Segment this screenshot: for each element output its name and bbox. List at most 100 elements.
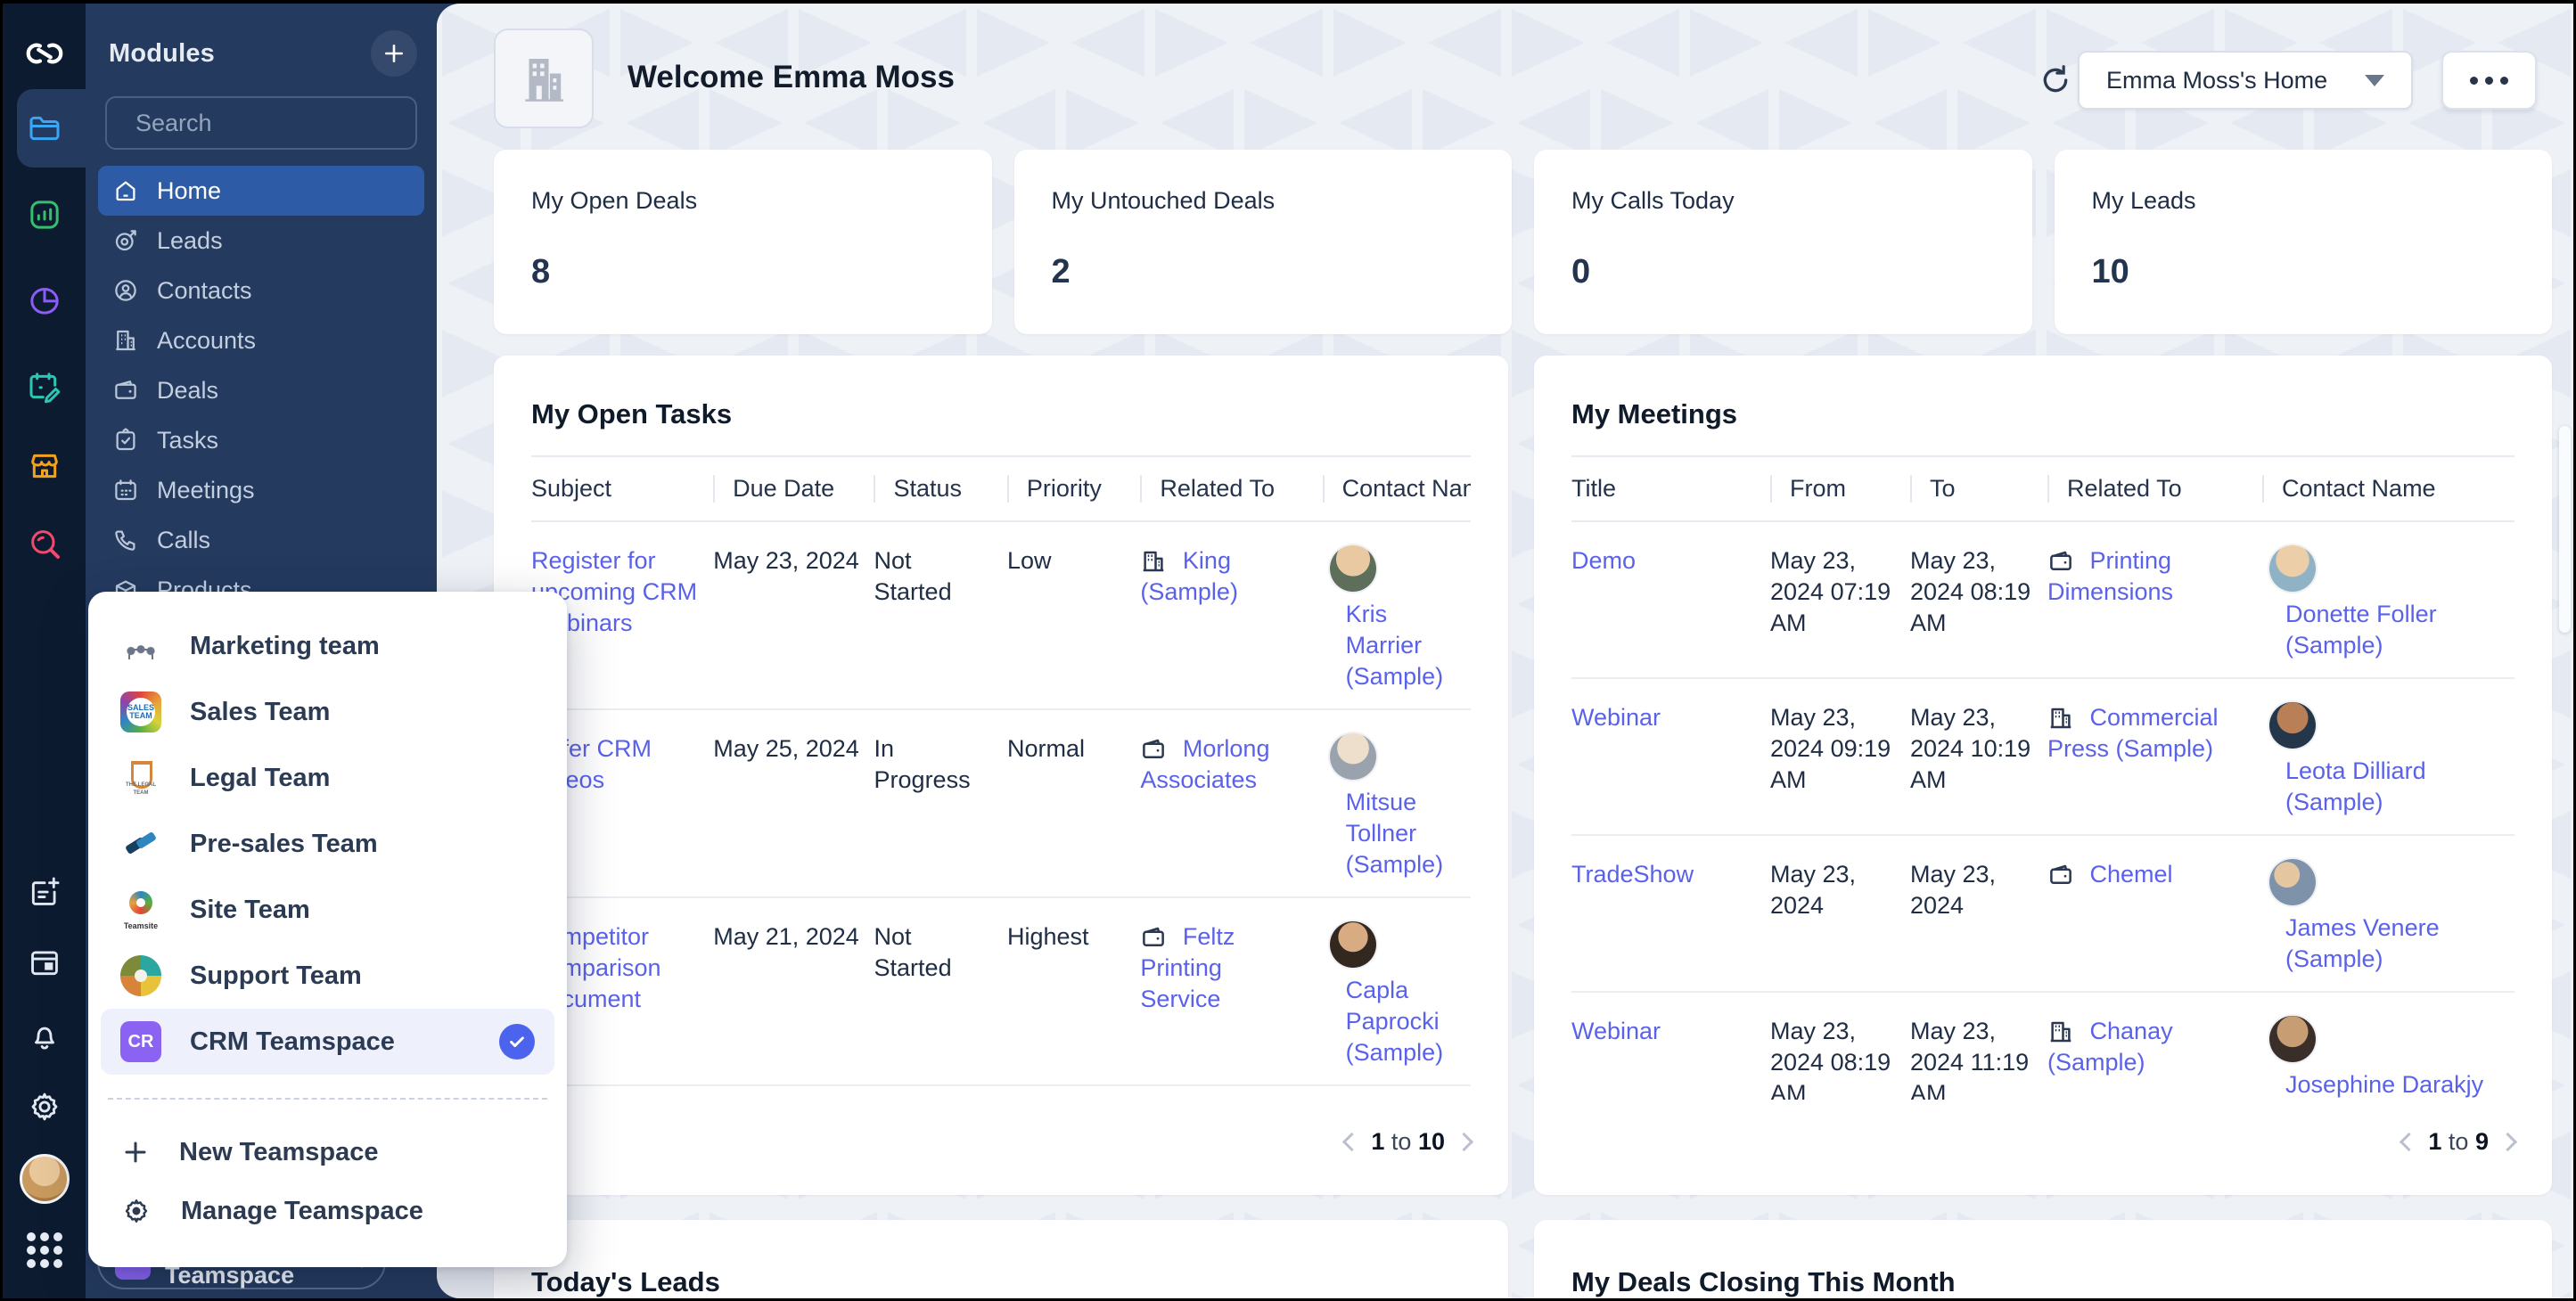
apps-grid-icon[interactable] — [25, 1231, 64, 1270]
teamspace-menu-item[interactable]: Marketing team — [101, 613, 554, 679]
marketplace-store-icon[interactable] — [25, 446, 64, 486]
contact-name-link[interactable]: Kris Marrier (Sample) — [1346, 599, 1456, 692]
meeting-related-to: Printing Dimensions — [2047, 522, 2262, 624]
table-row: Webinar May 23, 2024 09:19 AM May 23, 20… — [1571, 679, 2514, 836]
new-teamspace-button[interactable]: New Teamspace — [101, 1123, 554, 1182]
teamspace-menu-item[interactable]: Pre-sales Team — [101, 811, 554, 877]
refresh-icon[interactable] — [2038, 62, 2073, 98]
section-title: My Meetings — [1571, 398, 2514, 430]
team-logo: THE LEGAL TEAM — [120, 757, 161, 798]
folder-icon[interactable] — [25, 109, 64, 148]
table-body: Register for upcoming CRM Webinars May 2… — [531, 522, 1471, 1100]
teamspace-menu-item[interactable]: Teamsite Site Team — [101, 877, 554, 943]
meeting-title-link[interactable]: Webinar — [1571, 1018, 1661, 1044]
kpi-card[interactable]: My Untouched Deals 2 — [1014, 150, 1513, 334]
task-contact: Simon Morasca — [1323, 1086, 1471, 1100]
zia-search-icon[interactable] — [25, 524, 64, 563]
sidebar-item-tasks[interactable]: Tasks — [98, 415, 424, 465]
table-header: Subject Due Date Status Priority Related… — [531, 455, 1471, 522]
home-view-dropdown[interactable]: Emma Moss's Home — [2078, 51, 2413, 110]
meeting-to: May 23, 2024 10:19 AM — [1910, 679, 2047, 812]
team-logo: Teamsite — [120, 889, 161, 930]
table-header: Title From To Related To Contact Name — [1571, 455, 2514, 522]
module-search[interactable] — [105, 96, 417, 150]
tasks-icon — [112, 427, 139, 454]
task-priority: Normal — [1007, 710, 1140, 781]
search-input[interactable] — [134, 109, 453, 138]
kpi-card[interactable]: My Leads 10 — [2055, 150, 2553, 334]
team-logo-caption: SALES TEAM — [120, 704, 161, 720]
contact-name-link[interactable]: Capla Paprocki (Sample) — [1346, 975, 1456, 1068]
contact-name-link[interactable]: Donette Foller (Sample) — [2285, 599, 2500, 661]
add-module-button[interactable] — [371, 30, 417, 77]
reports-pie-icon[interactable] — [25, 281, 64, 320]
more-options-button[interactable] — [2441, 51, 2537, 110]
contacts-icon — [112, 277, 139, 304]
analytics-icon[interactable] — [25, 195, 64, 234]
meeting-contact: Josephine Darakjy (Sample) — [2262, 993, 2514, 1100]
modules-title: Modules — [109, 39, 215, 69]
sidebar-item-calls[interactable]: Calls — [98, 515, 424, 565]
prev-page-icon[interactable] — [2400, 1133, 2418, 1151]
meeting-contact: Donette Foller (Sample) — [2262, 522, 2514, 677]
team-logo: SALES TEAM — [120, 691, 161, 732]
pagination: 1 to 10 — [1336, 1128, 1471, 1156]
sidebar-item-label: Accounts — [157, 327, 256, 355]
calendar-icon[interactable] — [25, 943, 64, 982]
teamspace-menu-item[interactable]: SALES TEAM Sales Team — [101, 679, 554, 745]
contact-avatar — [2269, 545, 2316, 592]
settings-gear-icon[interactable] — [25, 1087, 64, 1126]
zoho-crm-window: Modules Home Leads — [0, 0, 2576, 1301]
activities-calendar-edit-icon[interactable] — [25, 367, 64, 406]
sidebar-item-label: Meetings — [157, 477, 255, 504]
accounts-icon — [112, 327, 139, 354]
teamspace-menu-item[interactable]: THE LEGAL TEAM Legal Team — [101, 745, 554, 811]
kpi-card[interactable]: My Calls Today 0 — [1534, 150, 2032, 334]
teamspace-menu-item[interactable]: Support Team — [101, 943, 554, 1009]
kpi-value: 8 — [531, 253, 550, 291]
sidebar-item-label: Contacts — [157, 277, 252, 305]
sidebar-item-meetings[interactable]: Meetings — [98, 465, 424, 515]
home-banner: Welcome Emma Moss Emma Moss's Home — [437, 4, 2573, 151]
sidebar-item-accounts[interactable]: Accounts — [98, 315, 424, 365]
manage-teamspace-button[interactable]: Manage Teamspace — [101, 1182, 554, 1240]
notifications-bell-icon[interactable] — [25, 1016, 64, 1055]
contact-name-link[interactable]: Leota Dilliard (Sample) — [2285, 756, 2500, 818]
sidebar-item-home[interactable]: Home — [98, 166, 424, 216]
meeting-title-link[interactable]: Webinar — [1571, 704, 1661, 731]
meeting-to: May 23, 2024 — [1910, 836, 2047, 937]
sidebar-item-deals[interactable]: Deals — [98, 365, 424, 415]
next-page-icon[interactable] — [2498, 1133, 2517, 1151]
section-title: My Open Tasks — [531, 398, 1471, 430]
profile-avatar[interactable] — [20, 1154, 70, 1204]
zoho-crm-logo-icon[interactable] — [25, 34, 64, 73]
icon-rail — [3, 4, 86, 1298]
task-related-to: King (Sample) — [1140, 522, 1322, 624]
teamspace-menu-item[interactable]: CR CRM Teamspace — [101, 1009, 554, 1075]
sidebar-item-contacts[interactable]: Contacts — [98, 266, 424, 315]
contact-name-link[interactable]: Mitsue Tollner (Sample) — [1346, 787, 1456, 880]
task-contact: Capla Paprocki (Sample) — [1323, 898, 1471, 1084]
sidebar-item-leads[interactable]: Leads — [98, 216, 424, 266]
meeting-title-link[interactable]: Demo — [1571, 547, 1636, 574]
section-title: Today's Leads — [531, 1266, 1471, 1298]
meeting-from: May 23, 2024 — [1770, 836, 1910, 937]
scrollbar-thumb[interactable] — [2559, 426, 2571, 633]
team-badge: CR — [128, 1032, 154, 1052]
contact-name-link[interactable]: Josephine Darakjy (Sample) — [2285, 1069, 2500, 1100]
task-related-to: Chapman — [1140, 1086, 1322, 1100]
related-to-link[interactable]: Chemel — [2090, 861, 2173, 888]
compose-note-icon[interactable] — [25, 872, 64, 912]
task-priority: Highest — [1007, 898, 1140, 969]
building-icon — [514, 49, 573, 108]
prev-page-icon[interactable] — [1342, 1133, 1361, 1151]
column-header: Contact Name — [2262, 475, 2514, 503]
next-page-icon[interactable] — [1455, 1133, 1473, 1151]
meeting-related-to: Chanay (Sample) — [2047, 993, 2262, 1094]
task-contact: Mitsue Tollner (Sample) — [1323, 710, 1471, 896]
contact-avatar — [2269, 859, 2316, 905]
kpi-card[interactable]: My Open Deals 8 — [494, 150, 992, 334]
meeting-title-link[interactable]: TradeShow — [1571, 861, 1694, 888]
kpi-label: My Calls Today — [1571, 187, 1735, 215]
contact-name-link[interactable]: James Venere (Sample) — [2285, 912, 2500, 975]
